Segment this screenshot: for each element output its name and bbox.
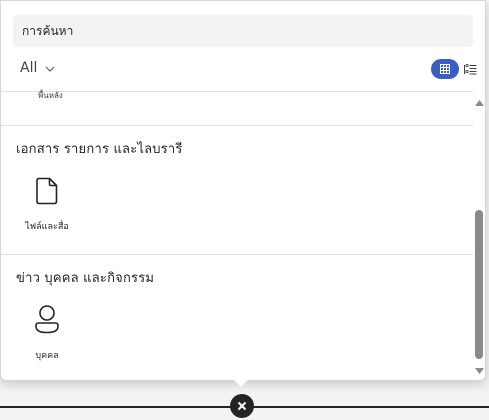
section-title-news-people: ข่าว บุคคล และกิจกรรม bbox=[16, 271, 155, 286]
web-part-picker-panel: All พื้นหล bbox=[0, 0, 486, 381]
search-input[interactable] bbox=[13, 15, 473, 47]
list-view-button[interactable] bbox=[463, 62, 477, 76]
scroll-up-arrow-icon[interactable] bbox=[474, 99, 485, 107]
scrollbar[interactable] bbox=[473, 93, 485, 380]
grid-view-button[interactable] bbox=[431, 59, 459, 79]
partial-tile-label[interactable]: พื้นหลัง bbox=[38, 89, 63, 102]
grid-icon bbox=[440, 64, 450, 74]
tile-people[interactable]: บุคคล bbox=[17, 304, 77, 362]
scroll-thumb[interactable] bbox=[475, 210, 483, 359]
person-icon bbox=[33, 304, 61, 338]
list-icon bbox=[463, 63, 476, 74]
view-toggle bbox=[431, 59, 477, 79]
header-divider bbox=[1, 91, 473, 92]
filter-dropdown[interactable]: All bbox=[20, 59, 55, 77]
close-button[interactable] bbox=[230, 394, 254, 418]
section-title-documents: เอกสาร รายการ และไลบรารี bbox=[16, 142, 183, 157]
panel-pointer-caret bbox=[231, 377, 251, 387]
section-divider bbox=[1, 254, 473, 255]
filter-selected-label: All bbox=[20, 60, 38, 76]
tile-label: ไฟล์และสื่อ bbox=[25, 222, 69, 232]
chevron-down-icon bbox=[45, 60, 55, 76]
tile-label: บุคคล bbox=[35, 351, 59, 361]
close-icon bbox=[237, 401, 247, 411]
section-divider bbox=[1, 125, 473, 126]
tile-file-and-media[interactable]: ไฟล์และสื่อ bbox=[17, 177, 77, 233]
scroll-down-arrow-icon[interactable] bbox=[474, 367, 485, 375]
file-icon bbox=[35, 177, 59, 209]
